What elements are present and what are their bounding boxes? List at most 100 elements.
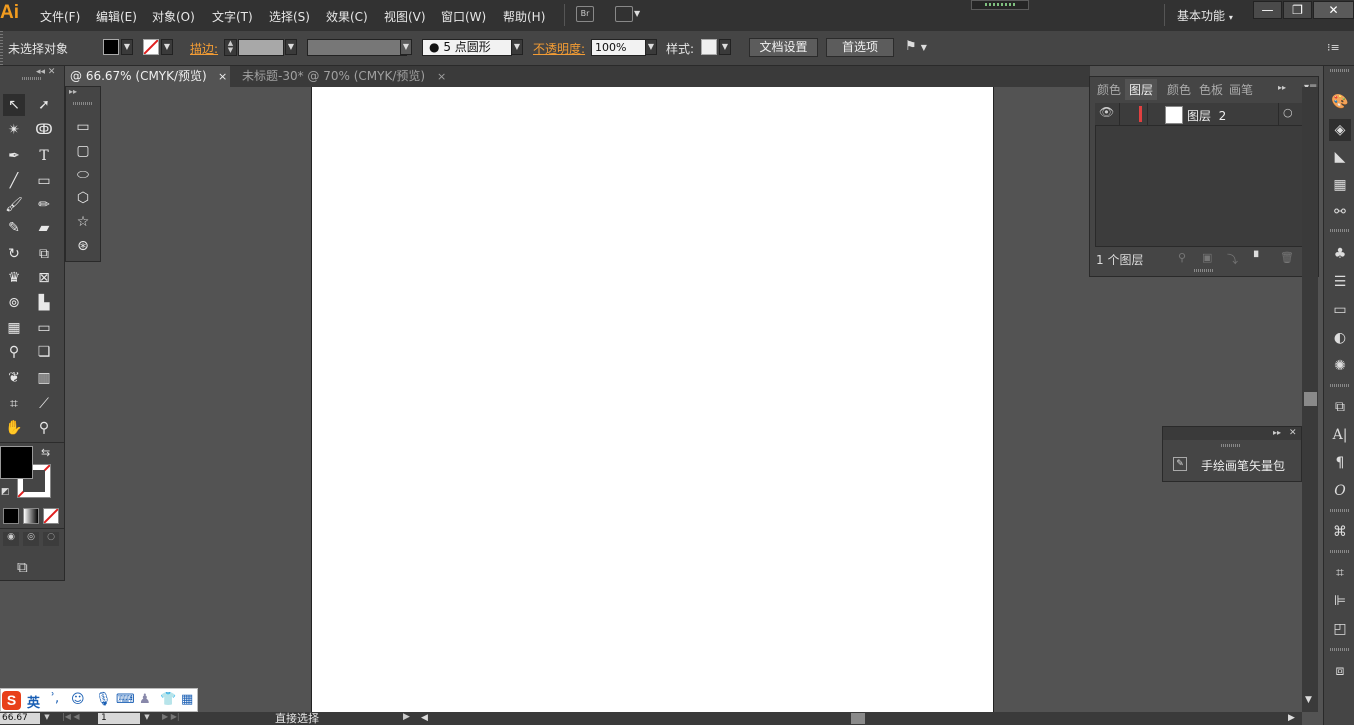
- rotate-tool-icon[interactable]: ↻: [3, 243, 25, 265]
- tab-document-2[interactable]: 未标题-30* @ 70% (CMYK/预览) ×: [237, 66, 452, 87]
- selection-tool-icon[interactable]: ↖: [3, 94, 25, 116]
- artboards-icon[interactable]: ⌗: [1329, 562, 1351, 584]
- lasso-tool-icon[interactable]: ↂ: [33, 119, 55, 141]
- collapse-icon[interactable]: ◂◂ ✕: [36, 67, 55, 77]
- next-artboard-icon[interactable]: ▶ ▶|: [162, 712, 180, 721]
- paragraph-icon[interactable]: ¶: [1329, 452, 1351, 474]
- grip-handle[interactable]: [1330, 69, 1350, 72]
- brushes-icon[interactable]: ⚯: [1329, 201, 1351, 223]
- style-dropdown[interactable]: ▼: [719, 39, 731, 55]
- menu-file[interactable]: 文件(F): [40, 8, 80, 25]
- tab-layers[interactable]: 图层: [1125, 79, 1158, 100]
- line-tool-icon[interactable]: ╱: [3, 170, 25, 192]
- gradient-tool-icon[interactable]: ▭: [33, 317, 55, 339]
- grip-handle[interactable]: [1330, 509, 1350, 512]
- keyboard-icon[interactable]: ⌨: [116, 692, 135, 707]
- eye-icon[interactable]: 👁: [1099, 105, 1114, 119]
- layers-icon[interactable]: ◈: [1329, 119, 1351, 141]
- delete-layer-icon[interactable]: 🗑: [1280, 251, 1294, 264]
- grip-handle[interactable]: [1330, 648, 1350, 651]
- mesh-tool-icon[interactable]: ▦: [3, 317, 25, 339]
- rectangle-tool-icon[interactable]: ▭: [72, 116, 94, 138]
- ime-logo[interactable]: S: [2, 691, 21, 710]
- stroke-weight-stepper[interactable]: ▲ ▼: [224, 39, 237, 56]
- stroke-icon[interactable]: ☰: [1329, 271, 1351, 293]
- eraser-tool-icon[interactable]: ▰: [33, 217, 55, 239]
- fill-dropdown[interactable]: ▼: [121, 39, 133, 55]
- artboard-number-input[interactable]: 1: [98, 713, 140, 724]
- polygon-tool-icon[interactable]: ⬡: [72, 187, 94, 209]
- grip-handle[interactable]: [0, 31, 3, 65]
- links-icon[interactable]: ⧈: [1329, 660, 1351, 682]
- character-icon[interactable]: A|: [1329, 424, 1351, 446]
- opacity-dropdown[interactable]: ▼: [645, 39, 657, 55]
- zoom-dropdown[interactable]: ▼: [41, 713, 53, 724]
- scroll-right-icon[interactable]: ▶: [1288, 713, 1295, 723]
- stroke-swatch[interactable]: [143, 39, 159, 55]
- draw-behind-icon[interactable]: ◎: [23, 532, 39, 546]
- pathfinder-icon[interactable]: ◰: [1329, 618, 1351, 640]
- brush-dropdown[interactable]: ▼: [511, 39, 523, 55]
- make-clipping-mask-icon[interactable]: ▣: [1202, 251, 1212, 264]
- gradient-icon[interactable]: ▭: [1329, 299, 1351, 321]
- pen-tool-icon[interactable]: ✒: [3, 145, 25, 167]
- ellipse-tool-icon[interactable]: ⬭: [72, 164, 94, 186]
- layer-name[interactable]: 图层 2: [1187, 107, 1226, 124]
- grip-handle[interactable]: [1330, 229, 1350, 232]
- skin-icon[interactable]: 👕: [160, 692, 176, 707]
- swap-colors-icon[interactable]: ⇆: [41, 446, 50, 459]
- draw-normal-icon[interactable]: ◉: [3, 532, 19, 546]
- opentype-icon[interactable]: O: [1329, 480, 1351, 502]
- toolbox-grid-icon[interactable]: ▦: [181, 692, 193, 707]
- collapse-icon[interactable]: ▸▸: [69, 87, 77, 96]
- zoom-input[interactable]: 66.67: [0, 713, 40, 724]
- brush-definition-field[interactable]: ● 5 点圆形: [422, 39, 512, 56]
- hand-tool-icon[interactable]: ✋: [3, 417, 25, 439]
- scroll-down-icon[interactable]: ▼: [1305, 695, 1312, 705]
- transform-icon[interactable]: ⌘: [1329, 521, 1351, 543]
- fill-color-box[interactable]: [0, 446, 33, 479]
- close-tab-icon[interactable]: ×: [218, 66, 227, 87]
- tab-brushes[interactable]: 画笔: [1229, 81, 1253, 98]
- opacity-input[interactable]: 100%: [591, 39, 646, 56]
- rectangle-tool-icon[interactable]: ▭: [33, 170, 55, 192]
- scroll-thumb[interactable]: [851, 713, 865, 724]
- layer-row[interactable]: 👁 图层 2 ○ ◢: [1095, 103, 1313, 126]
- tab-swatches[interactable]: 色板: [1199, 81, 1223, 98]
- arrange-documents-icon[interactable]: [615, 6, 633, 22]
- emoji-icon[interactable]: ☺: [71, 692, 85, 707]
- target-circle-icon[interactable]: ○: [1283, 106, 1293, 119]
- align-icon[interactable]: ⊫: [1329, 590, 1351, 612]
- paintbrush-tool-icon[interactable]: 🖌: [3, 194, 25, 216]
- grip-handle[interactable]: [73, 102, 93, 105]
- magic-wand-tool-icon[interactable]: ✴: [3, 119, 25, 141]
- menu-view[interactable]: 视图(V): [384, 8, 426, 25]
- star-tool-icon[interactable]: ☆: [72, 211, 94, 233]
- perspective-grid-tool-icon[interactable]: ▙: [33, 292, 55, 314]
- workspace-switcher[interactable]: 基本功能 ▾: [1177, 7, 1233, 24]
- status-menu-icon[interactable]: ▶: [403, 712, 410, 722]
- bridge-button[interactable]: Br: [576, 6, 594, 22]
- type-tool-icon[interactable]: T: [33, 145, 55, 167]
- column-graph-tool-icon[interactable]: ▥: [33, 367, 55, 389]
- free-transform-tool-icon[interactable]: ⊠: [33, 267, 55, 289]
- close-window-button[interactable]: ✕: [1313, 1, 1354, 19]
- fill-swatch[interactable]: [103, 39, 119, 55]
- align-options-icon[interactable]: ⚑ ▼: [905, 39, 927, 54]
- new-sublayer-icon[interactable]: ⤵: [1227, 251, 1238, 267]
- menu-window[interactable]: 窗口(W): [441, 8, 486, 25]
- swatches-icon[interactable]: ▦: [1329, 174, 1351, 196]
- locate-object-icon[interactable]: ⚲: [1178, 251, 1186, 264]
- zoom-tool-icon[interactable]: ⚲: [33, 417, 55, 439]
- user-icon[interactable]: ♟: [139, 692, 151, 707]
- direct-selection-tool-icon[interactable]: ➚: [33, 94, 55, 116]
- scroll-thumb[interactable]: [1304, 392, 1317, 406]
- menu-select[interactable]: 选择(S): [269, 8, 310, 25]
- transparency-icon[interactable]: ◐: [1329, 327, 1351, 349]
- tab-document-1[interactable]: @ 66.67% (CMYK/预览) ×: [65, 66, 230, 87]
- vertical-scrollbar[interactable]: ▼: [1302, 87, 1318, 712]
- document-setup-button[interactable]: 文档设置: [749, 38, 818, 57]
- minimize-button[interactable]: —: [1253, 1, 1282, 19]
- graphic-style-swatch[interactable]: [701, 39, 717, 55]
- horizontal-scrollbar[interactable]: ◀ ▶: [418, 712, 1302, 725]
